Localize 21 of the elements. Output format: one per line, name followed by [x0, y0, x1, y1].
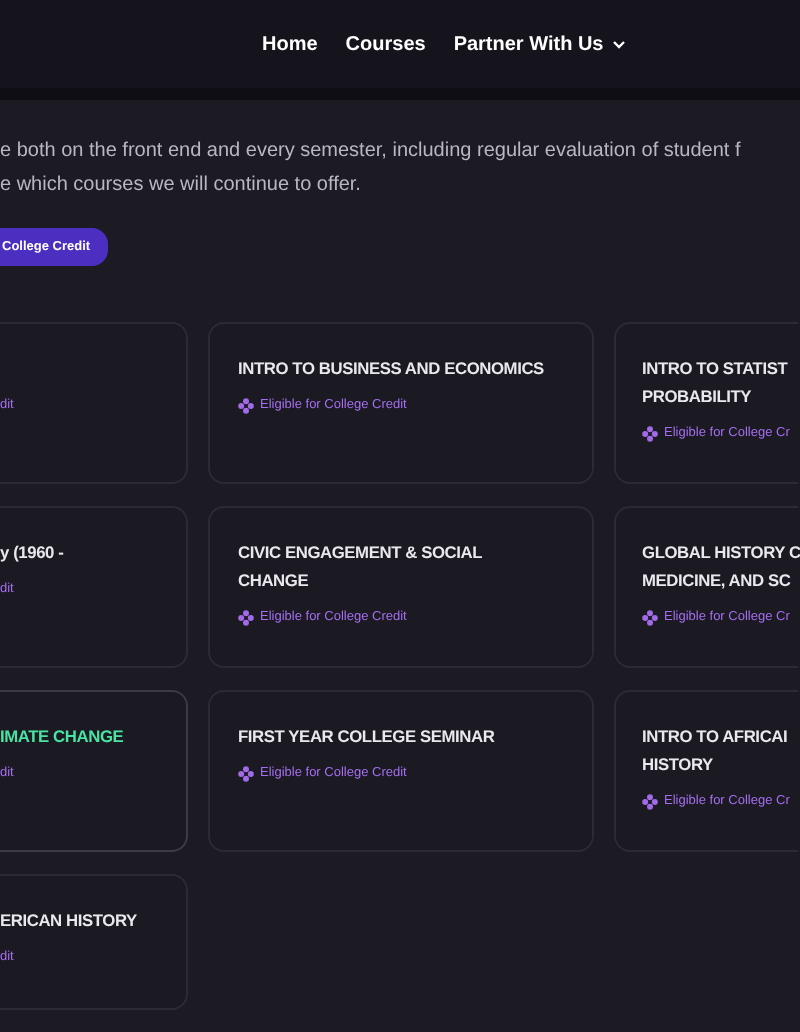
flower-icon [238, 610, 254, 627]
chevron-down-icon [611, 39, 626, 49]
course-title: INTRO TO BUSINESS AND ECONOMICS [238, 356, 546, 383]
course-title: GLOBAL HISTORY C MEDICINE, AND SC [642, 540, 798, 595]
course-title: INTRO TO AFRICAI HISTORY [642, 724, 790, 779]
nav-link[interactable]: Home [262, 29, 318, 59]
flower-icon [642, 794, 658, 811]
course-title: INTRO TO STATIST PROBABILITY [642, 356, 790, 411]
flower-icon [642, 426, 658, 443]
nav-dropdown[interactable]: Partner With Us [453, 29, 626, 59]
flower-icon [642, 610, 658, 627]
course-title: CIVIC ENGAGEMENT & SOCIAL CHANGE [238, 540, 485, 595]
intro-text: e both on the front end and every semester, including regular evaluation of student f [0, 140, 743, 164]
course-title: y (1960 - [0, 540, 66, 567]
course-title: ERICAN HISTORY [0, 908, 139, 935]
flower-icon [238, 398, 254, 415]
flower-icon [238, 766, 254, 783]
intro-text: e which courses we will continue to offer. [0, 174, 363, 198]
course-title: IMATE CHANGE [0, 724, 126, 751]
course-title: FIRST YEAR COLLEGE SEMINAR [238, 724, 497, 751]
nav-link[interactable]: Courses [345, 29, 426, 59]
